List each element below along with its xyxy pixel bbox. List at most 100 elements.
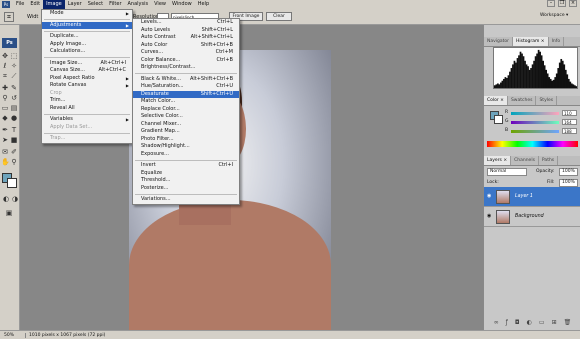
tab-color[interactable]: Color × — [484, 96, 508, 105]
type-icon[interactable]: T — [10, 126, 18, 134]
menu-item-pixel-aspect-ratio[interactable]: Pixel Aspect Ratio ▶ — [42, 75, 132, 83]
slice-icon[interactable]: ⟋ — [10, 72, 18, 80]
adjust-item-black-white[interactable]: Black & White... Alt+Shift+Ctrl+B — [133, 76, 239, 84]
notes-icon[interactable]: ✉ — [1, 148, 9, 156]
tab-navigator[interactable]: Navigator — [484, 37, 514, 46]
menu-layer[interactable]: Layer — [65, 0, 85, 9]
menu-item-calculations[interactable]: Calculations... — [42, 48, 132, 56]
pen-icon[interactable]: ✒ — [1, 126, 9, 134]
tab-info[interactable]: Info — [549, 37, 565, 46]
visibility-eye-icon[interactable]: ◉ — [487, 193, 493, 199]
adjust-item-equalize[interactable]: Equalize — [133, 170, 239, 178]
adjust-item-color-balance[interactable]: Color Balance... Ctrl+B — [133, 57, 239, 65]
menu-view[interactable]: View — [151, 0, 169, 9]
layer-row-layer1[interactable]: ◉ Layer 1 — [484, 187, 580, 207]
menu-item-trim[interactable]: Trim... — [42, 97, 132, 105]
color-spectrum[interactable] — [487, 141, 578, 147]
mask-icon[interactable]: ◘ — [515, 319, 520, 329]
bg-swatch[interactable] — [494, 115, 503, 124]
gradient-icon[interactable]: ▤ — [10, 104, 18, 112]
eyedropper-icon[interactable]: ✐ — [10, 148, 18, 156]
adjust-item-gradient-map[interactable]: Gradient Map... — [133, 128, 239, 136]
adjust-item-desaturate[interactable]: Desaturate Shift+Ctrl+U — [133, 90, 239, 98]
fill-input[interactable]: 100% — [559, 179, 578, 187]
fx-icon[interactable]: ƒ — [506, 319, 508, 329]
healing-brush-icon[interactable]: ✚ — [1, 84, 9, 92]
menu-filter[interactable]: Filter — [106, 0, 124, 9]
link-icon[interactable]: ∞ — [494, 319, 499, 329]
tab-channels[interactable]: Channels — [511, 156, 539, 165]
history-brush-icon[interactable]: ↺ — [10, 94, 18, 102]
adjust-item-replace-color[interactable]: Replace Color... — [133, 106, 239, 114]
menu-item-mode[interactable]: Mode ▶ — [42, 10, 132, 18]
stamp-icon[interactable]: ⚲ — [1, 94, 9, 102]
adjust-item-threshold[interactable]: Threshold... — [133, 177, 239, 185]
crop-icon[interactable]: ⌗ — [1, 72, 9, 80]
shape-icon[interactable]: ■ — [10, 136, 18, 144]
tab-swatches[interactable]: Swatches — [508, 96, 537, 105]
menu-item-apply-image[interactable]: Apply Image... — [42, 41, 132, 49]
restore-icon[interactable]: ❐ — [558, 0, 566, 7]
layer-row-background[interactable]: ◉ Background — [484, 207, 580, 227]
visibility-eye-icon[interactable]: ◉ — [487, 213, 493, 219]
menu-item-reveal-all[interactable]: Reveal All — [42, 105, 132, 113]
trash-icon[interactable]: 🗑 — [564, 319, 572, 329]
move-tool-icon[interactable]: ✥ — [1, 52, 9, 60]
brush-icon[interactable]: ✎ — [10, 84, 18, 92]
menu-item-canvas-size[interactable]: Canvas Size... Alt+Ctrl+C — [42, 67, 132, 75]
new-layer-icon[interactable]: ⊞ — [552, 319, 557, 329]
quick-mask-icon[interactable]: ◐ — [2, 195, 10, 203]
adjust-item-brightness-contrast[interactable]: Brightness/Contrast... — [133, 64, 239, 72]
blur-icon[interactable]: ◆ — [1, 114, 9, 122]
standard-mode-icon[interactable]: ◑ — [11, 195, 19, 203]
adjust-item-selective-color[interactable]: Selective Color... — [133, 113, 239, 121]
tab-histogram[interactable]: Histogram × — [513, 37, 549, 46]
adjust-item-auto-levels[interactable]: Auto Levels Shift+Ctrl+L — [133, 27, 239, 35]
close-icon[interactable]: × — [569, 0, 577, 7]
workspace-menu[interactable]: Workspace ▾ — [540, 13, 568, 18]
adjust-item-hue-saturation[interactable]: Hue/Saturation... Ctrl+U — [133, 83, 239, 91]
tab-styles[interactable]: Styles — [536, 96, 558, 105]
adjustment-layer-icon[interactable]: ◐ — [527, 319, 532, 329]
menu-image[interactable]: Image — [43, 0, 65, 9]
b-slider[interactable] — [511, 130, 559, 133]
r-slider[interactable] — [511, 112, 559, 115]
menu-item-variables[interactable]: Variables ▶ — [42, 116, 132, 124]
adjust-item-auto-color[interactable]: Auto Color Shift+Ctrl+B — [133, 42, 239, 50]
screen-mode-icon[interactable]: ▣ — [5, 209, 13, 217]
lasso-tool-icon[interactable]: ℓ — [1, 62, 9, 70]
b-value[interactable]: 188 — [562, 128, 577, 134]
minimize-icon[interactable]: – — [547, 0, 555, 7]
tab-layers[interactable]: Layers × — [484, 156, 512, 165]
r-value[interactable]: 110 — [562, 110, 577, 116]
menu-file[interactable]: File — [13, 0, 27, 9]
crop-tool-icon[interactable]: ⌗ — [4, 12, 14, 22]
menu-window[interactable]: Window — [169, 0, 195, 9]
menu-item-image-size[interactable]: Image Size... Alt+Ctrl+I — [42, 60, 132, 68]
menu-help[interactable]: Help — [195, 0, 212, 9]
adjust-item-shadow-highlight[interactable]: Shadow/Highlight... — [133, 143, 239, 151]
menu-select[interactable]: Select — [85, 0, 106, 9]
opacity-input[interactable]: 100% — [559, 168, 578, 176]
adjust-item-exposure[interactable]: Exposure... — [133, 151, 239, 159]
menu-item-rotate-canvas[interactable]: Rotate Canvas ▶ — [42, 82, 132, 90]
eraser-icon[interactable]: ▭ — [1, 104, 9, 112]
adjust-item-photo-filter[interactable]: Photo Filter... — [133, 136, 239, 144]
adjust-item-levels[interactable]: Levels... Ctrl+L — [133, 19, 239, 27]
adjust-item-variations[interactable]: Variations... — [133, 196, 239, 204]
menu-edit[interactable]: Edit — [27, 0, 43, 9]
adjust-item-invert[interactable]: Invert Ctrl+I — [133, 162, 239, 170]
adjust-item-channel-mixer[interactable]: Channel Mixer... — [133, 121, 239, 129]
background-color[interactable] — [7, 178, 17, 188]
adjust-item-auto-contrast[interactable]: Auto Contrast Alt+Shift+Ctrl+L — [133, 34, 239, 42]
marquee-tool-icon[interactable]: ⬚ — [10, 52, 18, 60]
g-value[interactable]: 164 — [562, 119, 577, 125]
menu-item-duplicate[interactable]: Duplicate... — [42, 33, 132, 41]
tab-paths[interactable]: Paths — [539, 156, 559, 165]
clear-button[interactable]: Clear — [266, 12, 292, 21]
zoom-icon[interactable]: ⚲ — [10, 158, 18, 166]
zoom-level[interactable]: 50% — [0, 333, 25, 338]
hand-icon[interactable]: ✋ — [1, 158, 10, 166]
magic-wand-icon[interactable]: ✧ — [10, 62, 18, 70]
menu-analysis[interactable]: Analysis — [125, 0, 152, 9]
